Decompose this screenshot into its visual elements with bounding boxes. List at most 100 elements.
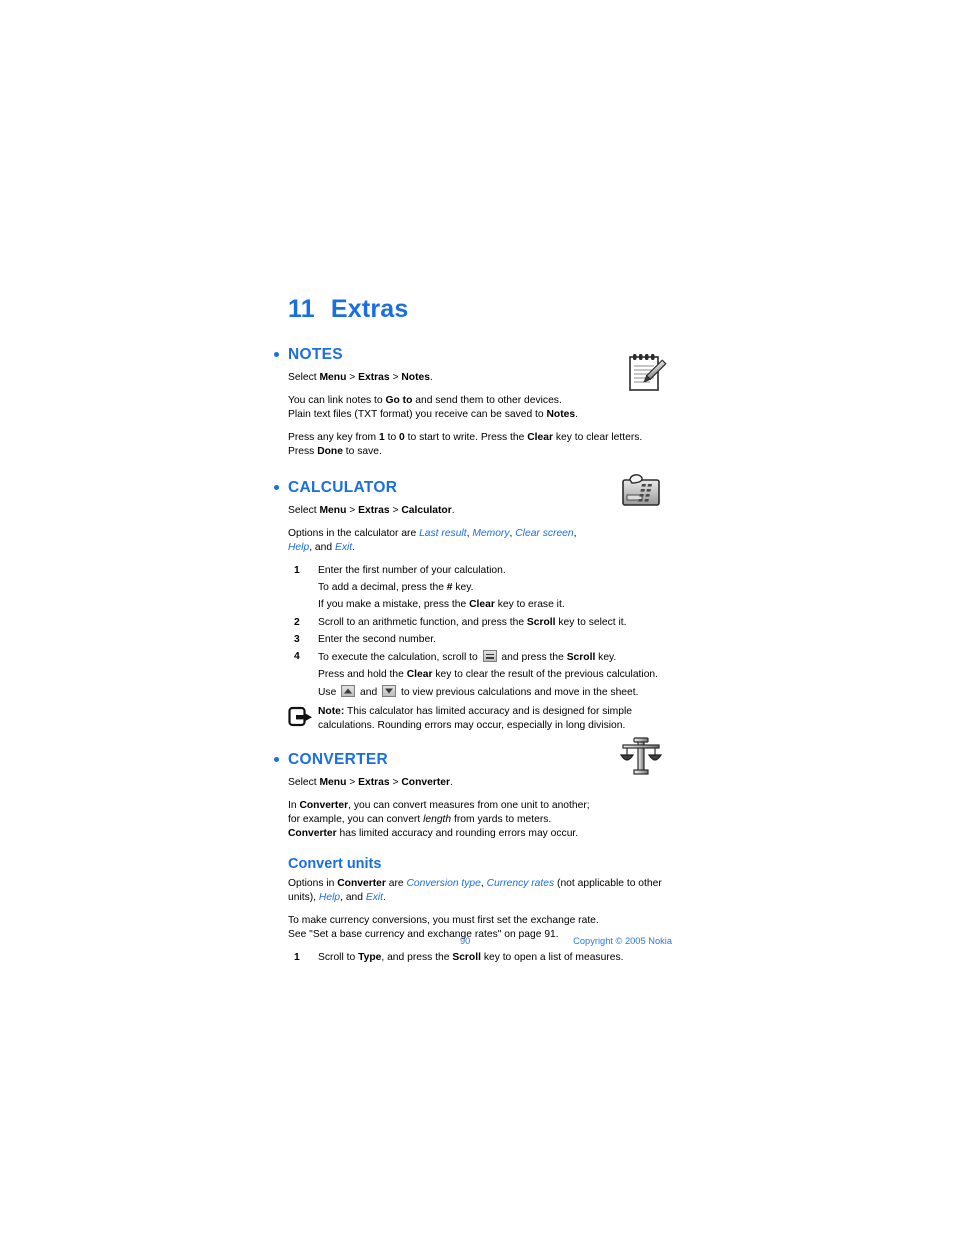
text-run: To make currency conversions, you must f…: [288, 914, 599, 926]
select-word: Select: [288, 504, 320, 516]
goto-label: Go to: [385, 394, 413, 406]
period: .: [451, 504, 455, 516]
text-run: , and: [309, 542, 335, 554]
text-run: and press the: [498, 651, 567, 663]
page-number: 90: [460, 936, 471, 946]
section-heading-notes: NOTES: [274, 345, 672, 364]
convert-units-options: Options in Converter are Conversion type…: [288, 877, 672, 905]
convert-units-steps: 1 Scroll to Type, and press the Scroll ke…: [288, 951, 672, 965]
text-run: key.: [452, 582, 474, 594]
bullet-icon: [274, 351, 279, 357]
converter-label: Converter: [299, 800, 349, 812]
text-run: Options in: [288, 877, 338, 889]
page-title: 11 Extras: [288, 295, 672, 324]
scroll-key-label: Scroll: [566, 651, 596, 663]
text-run: To execute the calculation, scroll to: [318, 651, 481, 663]
length-emphasis: length: [423, 814, 452, 826]
note-body: This calculator has limited accuracy and…: [318, 706, 632, 732]
extras-label: Extras: [358, 777, 390, 789]
cross-reference: See "Set a base currency and exchange ra…: [288, 928, 559, 940]
text-run: In: [288, 800, 300, 812]
text-run: Scroll to: [318, 951, 359, 963]
bullet-icon: [274, 484, 279, 490]
converter-label: Converter: [337, 877, 386, 889]
select-word: Select: [288, 777, 320, 789]
notes-label: Notes: [401, 371, 430, 383]
path-separator: >: [389, 777, 402, 789]
step-item: 4 To execute the calculation, scroll to a…: [288, 649, 672, 665]
step-substep: Press and hold the Clear key to clear th…: [288, 668, 672, 682]
text-run: , and: [340, 891, 366, 903]
section-heading-notes-label: NOTES: [288, 345, 343, 363]
equals-key-icon: [482, 649, 497, 662]
path-separator: >: [346, 504, 359, 516]
note-text: Note: This calculator has limited accura…: [318, 705, 672, 733]
step-number: 1: [294, 951, 300, 963]
extras-label: Extras: [358, 371, 390, 383]
option-help: Help: [318, 891, 341, 903]
text-run: Options in the calculator are: [288, 528, 420, 540]
text-run: Press and hold the: [318, 668, 407, 680]
step-substep: To add a decimal, press the # key.: [288, 581, 672, 595]
step-number: 1: [294, 565, 300, 577]
text-run: key to clear letters.: [553, 431, 643, 443]
chapter-number: 11: [288, 295, 315, 323]
text-run: from yards to meters.: [451, 814, 552, 826]
text-run: Use: [318, 686, 340, 698]
text-run: key.: [595, 651, 617, 663]
scroll-key-label: Scroll: [452, 951, 481, 963]
option-memory: Memory: [472, 528, 510, 540]
note-pointer-icon: [288, 706, 314, 728]
bullet-icon: [274, 757, 279, 763]
converter-select-path: Select Menu > Extras > Converter.: [288, 776, 672, 790]
notes-paragraph-2: Press any key from 1 to 0 to start to wr…: [288, 431, 672, 459]
text-run: You can link notes to: [288, 394, 386, 406]
step-substep: Use and to view previous calculations an…: [288, 684, 672, 700]
text-run: Scroll to an arithmetic function, and pr…: [318, 616, 527, 628]
calculator-options: Options in the calculator are Last resul…: [288, 527, 672, 555]
page-content: 11 Extras NOTES Select Menu > Extras > No…: [274, 295, 672, 968]
option-exit: Exit: [365, 891, 384, 903]
chapter-title-text: Extras: [330, 295, 409, 323]
path-separator: >: [346, 371, 359, 383]
option-currency-rates: Currency rates: [486, 877, 555, 889]
text-run: Press: [288, 445, 318, 457]
text-run: key to erase it.: [494, 599, 565, 611]
section-heading-calculator: CALCULATOR: [274, 479, 672, 497]
note-callout: Note: This calculator has limited accura…: [288, 705, 672, 733]
text-run: to start to write. Press the: [404, 431, 528, 443]
text-run: If you make a mistake, press the: [318, 599, 470, 611]
option-conversion-type: Conversion type: [406, 877, 481, 889]
text-run: Press any key from: [288, 431, 379, 443]
menu-label: Menu: [319, 777, 347, 789]
menu-label: Menu: [319, 371, 347, 383]
text-run: , and press the: [381, 951, 453, 963]
text-run: for example, you can convert: [288, 814, 424, 826]
copyright-notice: Copyright © 2005 Nokia: [573, 936, 672, 946]
notes-label: Notes: [546, 408, 576, 420]
text-run: and: [357, 686, 381, 698]
clear-key-label: Clear: [469, 599, 495, 611]
menu-label: Menu: [319, 504, 347, 516]
period: .: [450, 777, 453, 789]
text-run: to: [384, 431, 400, 443]
text-run: key to open a list of measures.: [480, 951, 624, 963]
text-run: Plain text files (TXT format) you receiv…: [288, 408, 547, 420]
option-last-result: Last result: [419, 528, 467, 540]
step-item: 1 Enter the first number of your calculat…: [288, 564, 672, 578]
step-number: 2: [294, 616, 300, 628]
text-run: to save.: [342, 445, 382, 457]
calculator-select-path: Select Menu > Extras > Calculator.: [288, 504, 672, 518]
step-text: Enter the first number of your calculati…: [318, 565, 506, 577]
text-run: to view previous calculations and move i…: [398, 686, 639, 698]
done-key-label: Done: [317, 445, 343, 457]
period: .: [575, 408, 578, 420]
type-label: Type: [358, 951, 382, 963]
converter-label: Converter: [401, 777, 450, 789]
step-substep: If you make a mistake, press the Clear k…: [288, 598, 672, 612]
converter-description: In Converter, you can convert measures f…: [288, 799, 672, 841]
calculator-label: Calculator: [401, 504, 452, 516]
step-item: 3 Enter the second number.: [288, 633, 672, 647]
text-run: To add a decimal, press the: [318, 582, 447, 594]
text-run: and send them to other devices.: [412, 394, 562, 406]
